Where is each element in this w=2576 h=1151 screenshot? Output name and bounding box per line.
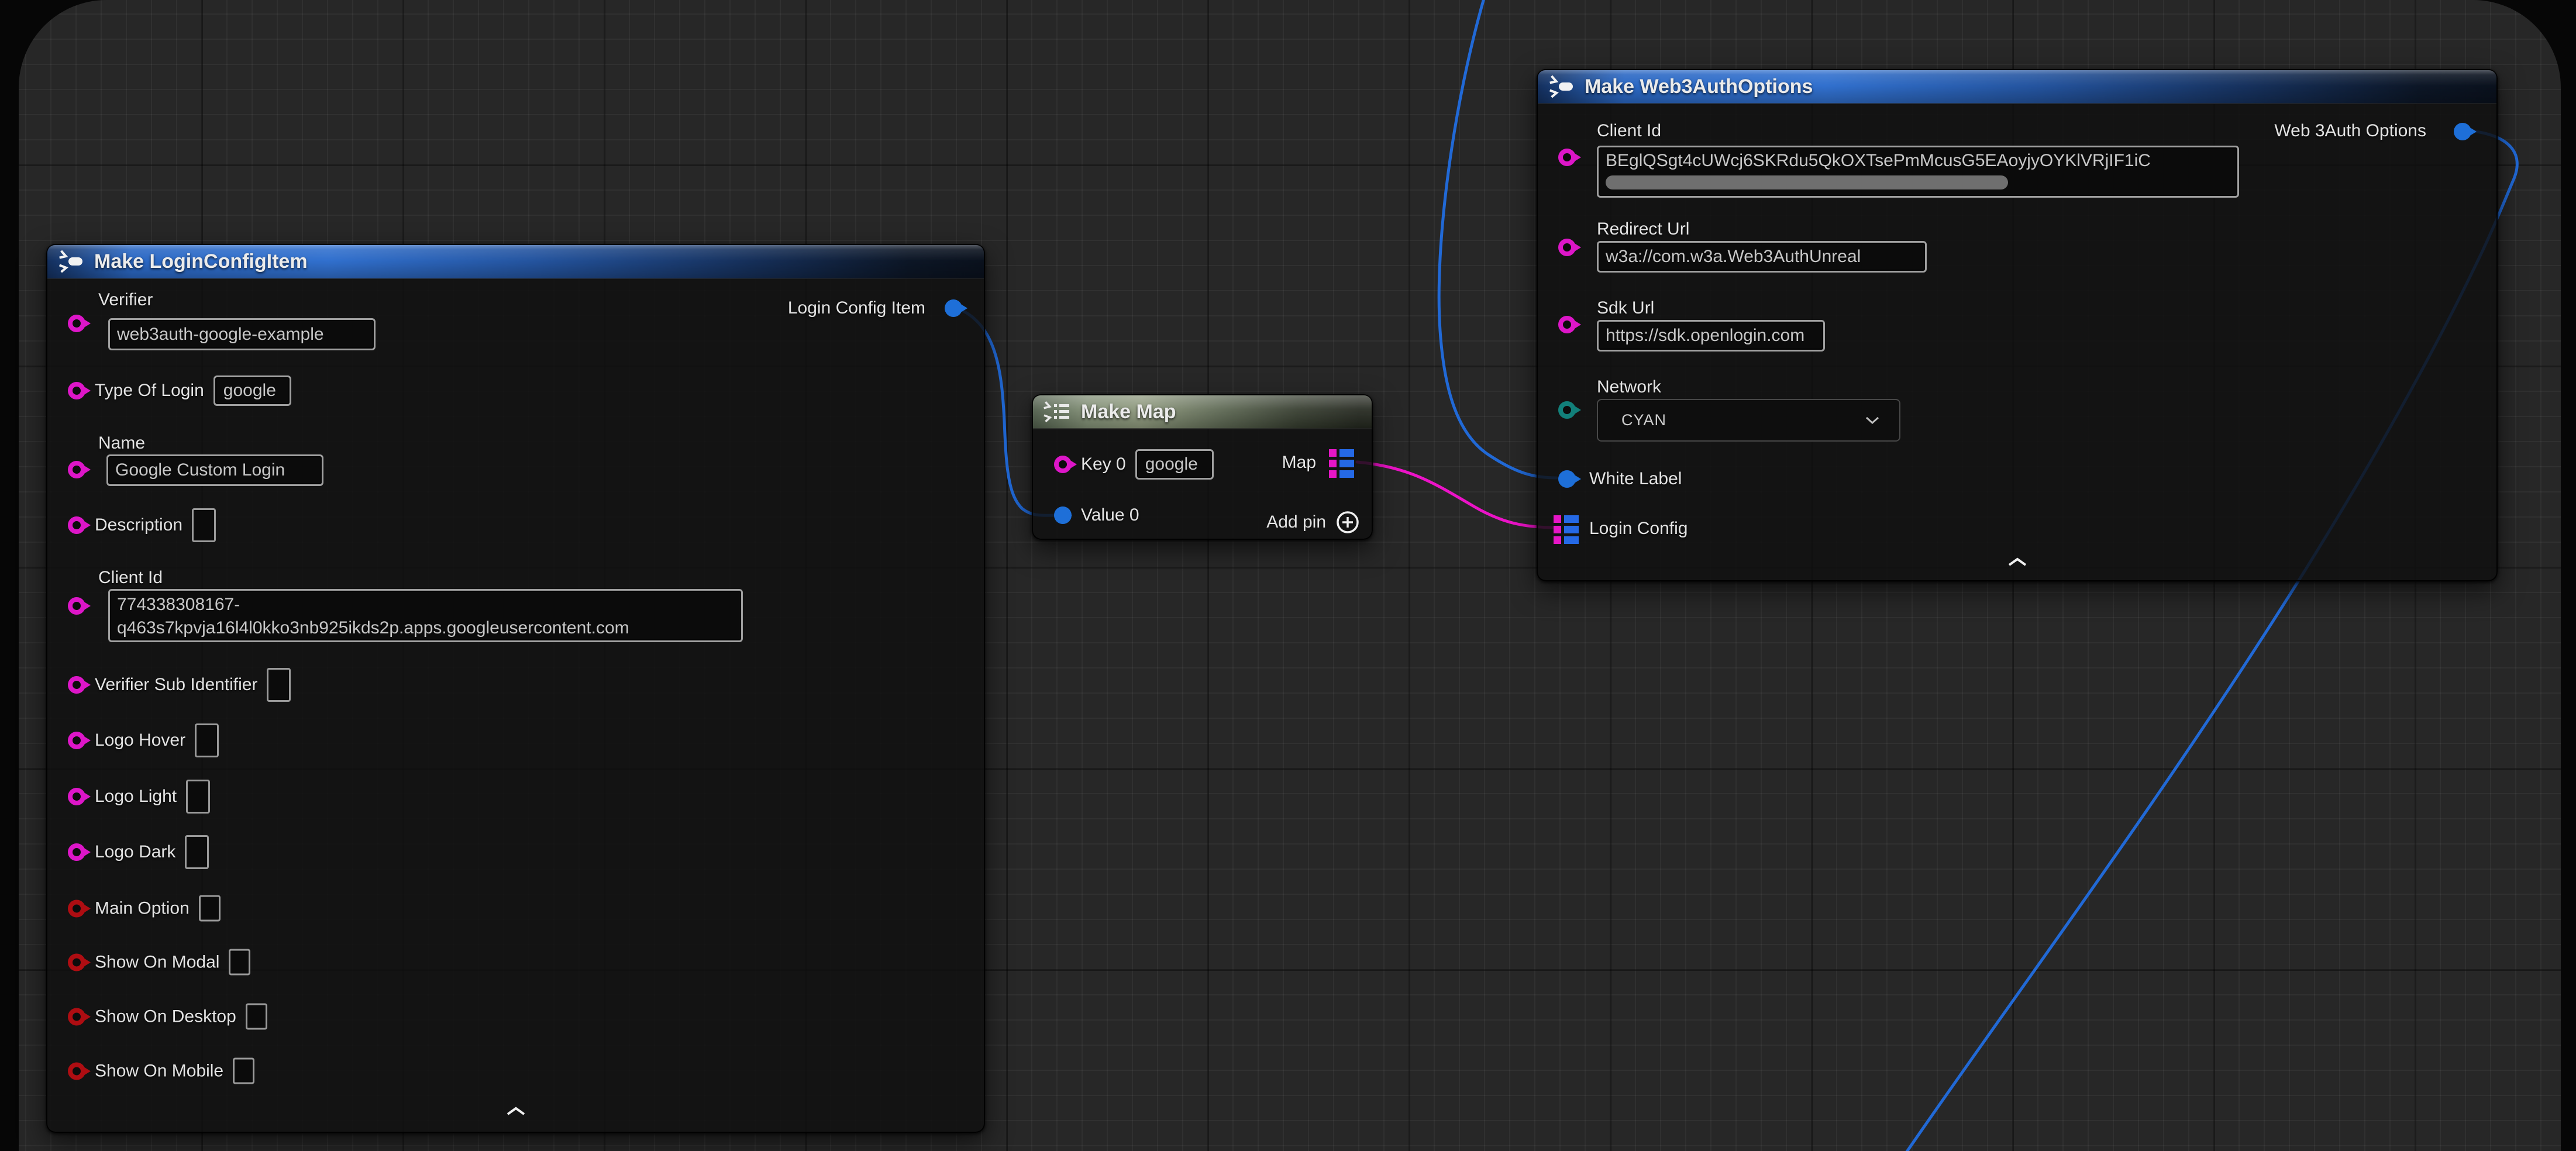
wire-map-to-loginconfig[interactable] <box>1357 462 1556 528</box>
verifier-sub-identifier-pin[interactable] <box>68 676 85 694</box>
make-struct-icon <box>1547 75 1574 98</box>
white-label-pin[interactable] <box>1558 470 1576 488</box>
description-pin[interactable] <box>68 516 85 534</box>
node-title: Make Map <box>1081 401 1176 423</box>
client-id-input[interactable]: 774338308167- q463s7kpvja16l4l0kko3nb925… <box>108 589 743 642</box>
description-input[interactable] <box>192 508 216 542</box>
name-input[interactable]: Google Custom Login <box>106 454 323 486</box>
map-output-pin[interactable] <box>1329 449 1354 478</box>
node-header[interactable]: Make LoginConfigItem <box>47 245 984 279</box>
verifier-label: Verifier <box>98 290 153 311</box>
make-struct-icon <box>57 250 84 273</box>
node-title: Make Web3AuthOptions <box>1585 75 1813 98</box>
show-on-mobile-label: Show On Mobile <box>95 1061 223 1081</box>
node-make-web3authoptions[interactable]: Make Web3AuthOptions Client Id BEglQSgt4… <box>1537 69 2498 581</box>
show-on-mobile-pin[interactable] <box>68 1062 85 1080</box>
client-id-scrollbar[interactable] <box>1606 175 2008 189</box>
chevron-up-icon <box>2007 557 2027 567</box>
main-option-checkbox[interactable] <box>199 895 221 922</box>
plus-circle-icon <box>1335 510 1360 535</box>
add-pin-label: Add pin <box>1266 512 1326 532</box>
verifier-sub-identifier-input[interactable] <box>267 668 291 702</box>
logo-dark-pin[interactable] <box>68 843 85 861</box>
collapse-node-button[interactable] <box>506 1107 526 1119</box>
logo-light-label: Logo Light <box>95 787 177 807</box>
map-output-label: Map <box>1282 452 1316 473</box>
client-id-label: Client Id <box>1597 120 1661 142</box>
client-id-label: Client Id <box>98 567 163 588</box>
value0-pin[interactable] <box>1054 506 1072 524</box>
blueprint-editor: Make LoginConfigItem Verifier web3auth-g… <box>0 0 2576 1151</box>
verifier-sub-identifier-label: Verifier Sub Identifier <box>95 675 257 695</box>
logo-light-pin[interactable] <box>68 788 85 805</box>
network-dropdown[interactable]: CYAN <box>1597 399 1900 442</box>
logo-light-input[interactable] <box>186 780 210 814</box>
web3auth-options-output-label: Web 3Auth Options <box>2274 120 2426 142</box>
show-on-desktop-label: Show On Desktop <box>95 1007 236 1026</box>
login-config-pin[interactable] <box>1554 515 1579 544</box>
sdk-url-input[interactable]: https://sdk.openlogin.com <box>1597 320 1825 351</box>
type-of-login-label: Type Of Login <box>95 381 204 401</box>
show-on-desktop-checkbox[interactable] <box>246 1004 267 1030</box>
redirect-url-pin[interactable] <box>1558 239 1576 256</box>
show-on-modal-pin[interactable] <box>68 953 85 971</box>
collapse-node-button[interactable] <box>2007 557 2027 570</box>
web3auth-options-output-pin[interactable] <box>2454 123 2471 140</box>
logo-dark-input[interactable] <box>185 835 209 869</box>
client-id-input[interactable]: BEglQSgt4cUWcj6SKRdu5QkOXTsePmMcusG5EAoy… <box>1597 146 2239 198</box>
network-label: Network <box>1597 377 1661 398</box>
chevron-up-icon <box>506 1107 526 1116</box>
login-config-item-output-pin[interactable] <box>945 299 962 317</box>
key0-input[interactable]: google <box>1135 449 1214 480</box>
logo-hover-input[interactable] <box>195 723 219 757</box>
graph-canvas[interactable]: Make LoginConfigItem Verifier web3auth-g… <box>19 0 2561 1151</box>
node-make-loginconfigitem[interactable]: Make LoginConfigItem Verifier web3auth-g… <box>46 244 985 1133</box>
node-header[interactable]: Make Web3AuthOptions <box>1538 70 2496 104</box>
logo-hover-pin[interactable] <box>68 732 85 749</box>
chevron-down-icon <box>1865 416 1879 424</box>
show-on-desktop-pin[interactable] <box>68 1008 85 1025</box>
make-map-icon <box>1042 401 1070 423</box>
verifier-pin[interactable] <box>68 315 85 332</box>
network-pin[interactable] <box>1558 401 1576 419</box>
sdk-url-pin[interactable] <box>1558 316 1576 333</box>
logo-hover-label: Logo Hover <box>95 730 185 750</box>
client-id-text: BEglQSgt4cUWcj6SKRdu5QkOXTsePmMcusG5EAoy… <box>1606 151 2151 171</box>
white-label-label: White Label <box>1589 468 1682 490</box>
node-title: Make LoginConfigItem <box>94 250 308 273</box>
login-config-label: Login Config <box>1589 518 1688 539</box>
show-on-modal-label: Show On Modal <box>95 952 219 972</box>
add-pin-button[interactable]: Add pin <box>1266 510 1360 535</box>
network-selected-value: CYAN <box>1621 411 1666 429</box>
node-header[interactable]: Make Map <box>1033 395 1372 429</box>
node-make-map[interactable]: Make Map Key 0 google Map Value 0 <box>1032 394 1373 540</box>
value0-label: Value 0 <box>1081 505 1139 525</box>
login-config-item-output-label: Login Config Item <box>788 298 925 319</box>
client-id-pin[interactable] <box>68 597 85 615</box>
verifier-input[interactable]: web3auth-google-example <box>108 318 376 350</box>
redirect-url-input[interactable]: w3a://com.w3a.Web3AuthUnreal <box>1597 241 1927 273</box>
redirect-url-label: Redirect Url <box>1597 219 1689 240</box>
show-on-modal-checkbox[interactable] <box>229 949 250 976</box>
sdk-url-label: Sdk Url <box>1597 298 1654 319</box>
key0-label: Key 0 <box>1081 454 1126 474</box>
key0-pin[interactable] <box>1054 456 1072 473</box>
logo-dark-label: Logo Dark <box>95 842 175 862</box>
main-option-label: Main Option <box>95 898 190 918</box>
name-label: Name <box>98 433 145 454</box>
description-label: Description <box>95 515 182 535</box>
show-on-mobile-checkbox[interactable] <box>233 1058 254 1084</box>
name-pin[interactable] <box>68 461 85 478</box>
type-of-login-input[interactable]: google <box>213 375 291 406</box>
main-option-pin[interactable] <box>68 900 85 917</box>
client-id-pin[interactable] <box>1558 149 1576 166</box>
type-of-login-pin[interactable] <box>68 382 85 399</box>
